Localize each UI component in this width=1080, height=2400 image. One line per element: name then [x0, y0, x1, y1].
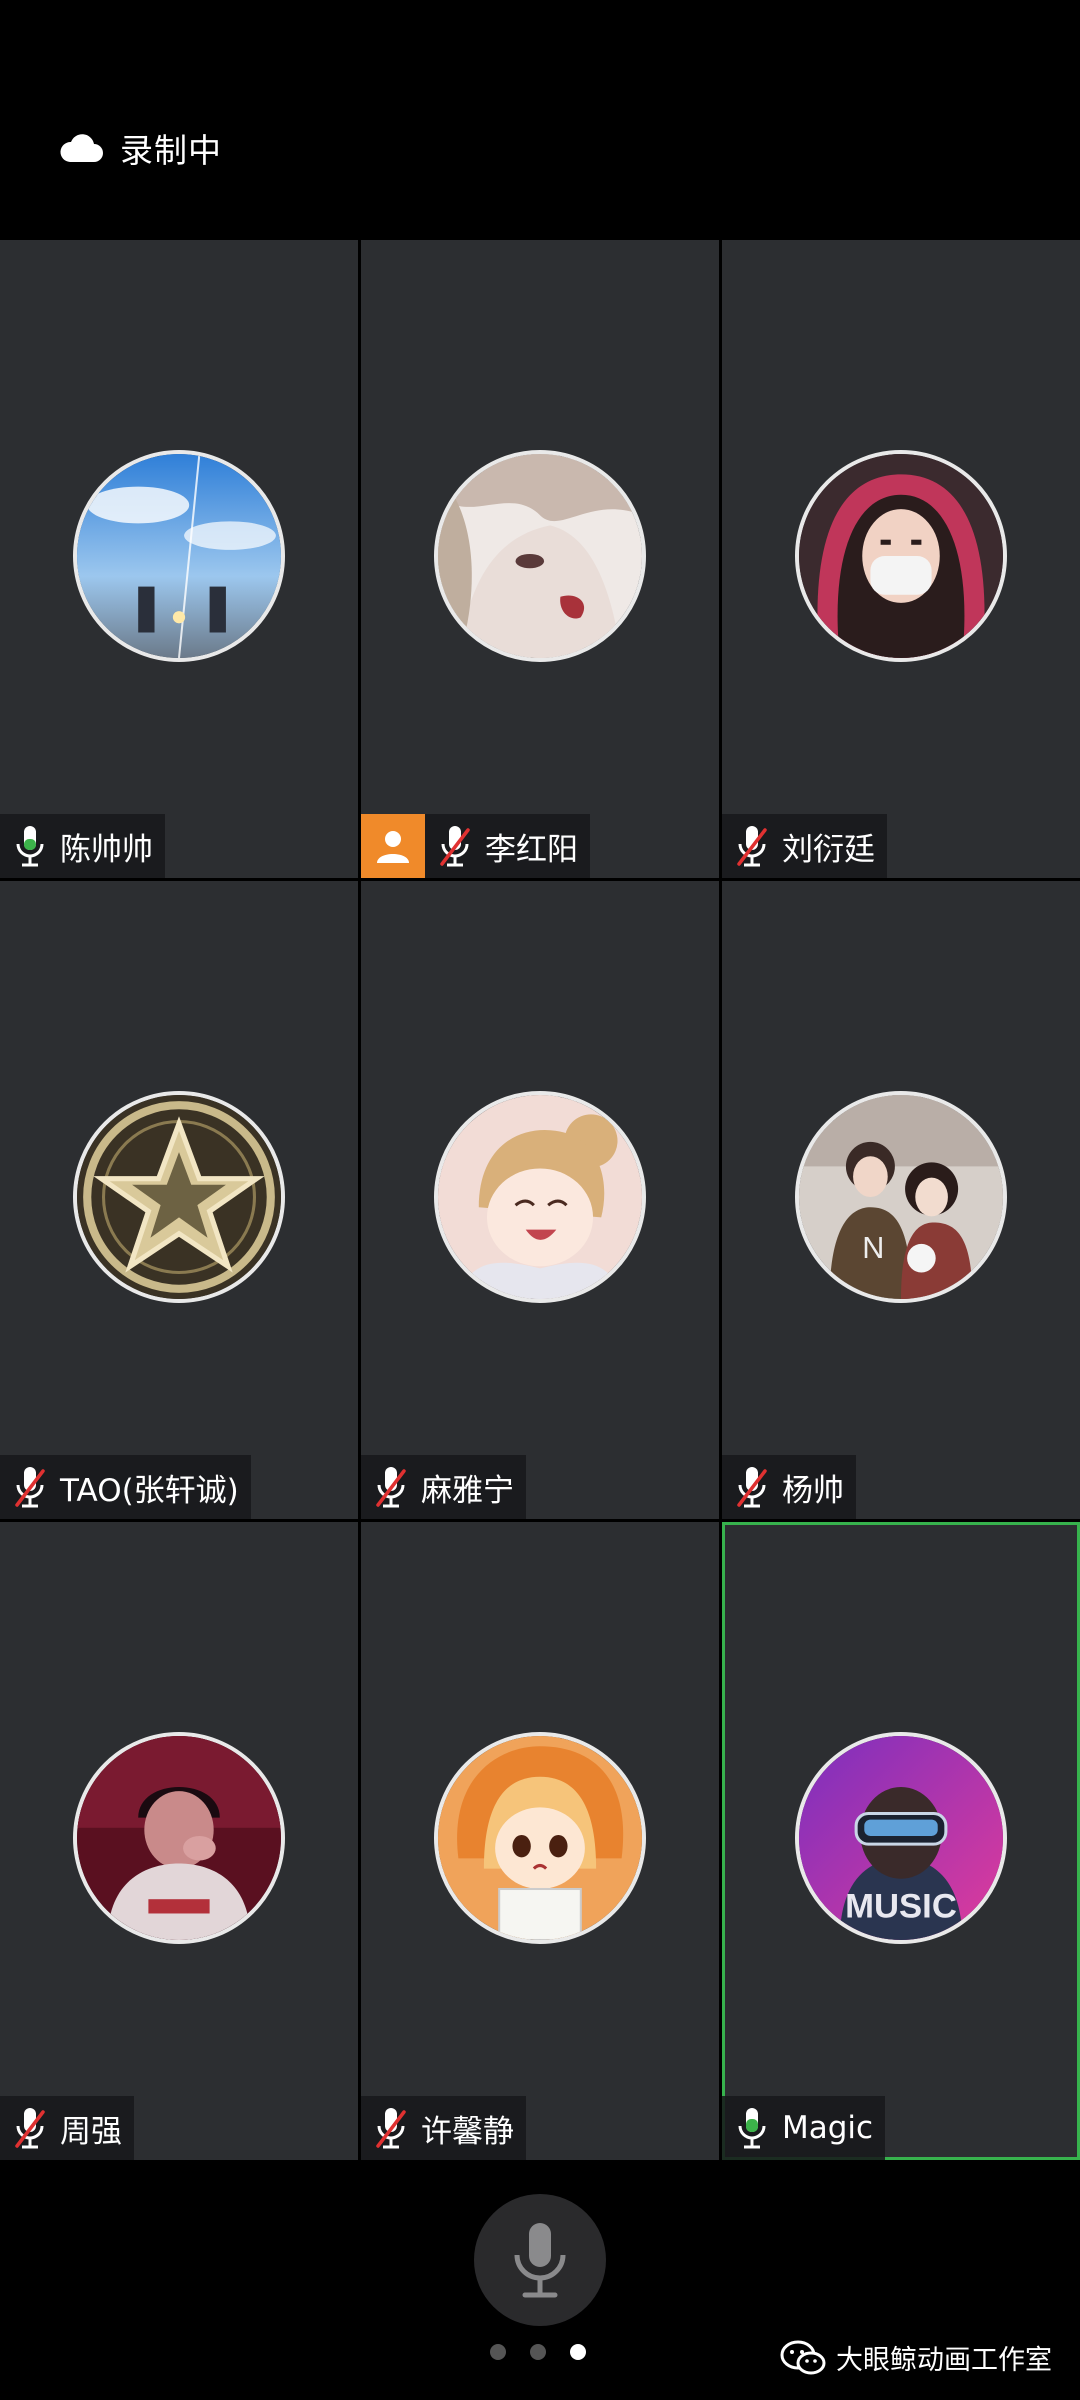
music-vr-character-avatar: MUSIC: [799, 1736, 1003, 1940]
anime-smiling-girl-avatar: [438, 1095, 642, 1299]
gold-star-emblem-avatar: [77, 1095, 281, 1299]
participant-name: 杨帅: [782, 1472, 844, 1509]
participant-nametag: 杨帅: [722, 1455, 856, 1519]
page-dot[interactable]: [490, 2344, 506, 2360]
participant-name: 刘衍廷: [782, 831, 875, 868]
anime-umaru-avatar: [438, 1736, 642, 1940]
avatar: [434, 1732, 646, 1944]
mic-muted-icon: [10, 2096, 50, 2160]
microphone-icon: [514, 2223, 566, 2298]
participant-name: 周强: [60, 2113, 122, 2150]
svg-text:MUSIC: MUSIC: [845, 1888, 957, 1926]
avatar: [73, 1732, 285, 1944]
page-indicator[interactable]: [490, 2344, 586, 2360]
watermark: 大眼鲸动画工作室: [780, 2338, 1052, 2377]
avatar: [73, 1091, 285, 1303]
watermark-text: 大眼鲸动画工作室: [836, 2345, 1052, 2376]
participant-nametag: 李红阳: [361, 814, 590, 878]
avatar: [795, 450, 1007, 662]
bottom-toolbar: 大眼鲸动画工作室: [0, 2160, 1080, 2400]
participant-name: 李红阳: [485, 831, 578, 868]
participant-nametag: 周强: [0, 2096, 134, 2160]
status-bar: 录制中: [0, 0, 1080, 240]
wechat-icon: [780, 2340, 826, 2374]
participant-name: 许馨静: [421, 2113, 514, 2150]
participant-nametag: 许馨静: [361, 2096, 526, 2160]
couple-photo-avatar: N: [799, 1095, 1003, 1299]
avatar: N: [795, 1091, 1007, 1303]
mic-muted-icon: [371, 2096, 411, 2160]
participant-nametag: Magic: [722, 2096, 886, 2160]
participant-tile[interactable]: TAO(张轩诚): [0, 881, 358, 1519]
participant-nametag: 麻雅宁: [361, 1455, 526, 1519]
red-tint-portrait-avatar: [77, 1736, 281, 1940]
participant-tile[interactable]: 李红阳: [361, 240, 719, 878]
person-icon: [377, 831, 409, 863]
mic-on-icon: [10, 814, 50, 878]
participant-tile-active-speaker[interactable]: MUSIC Magic: [722, 1522, 1080, 2160]
participant-nametag: 陈帅帅: [0, 814, 165, 878]
avatar: [73, 450, 285, 662]
participant-grid: 陈帅帅 李红阳 刘衍廷 TAO(张轩诚) 麻雅宁 N 杨帅 周强 许馨静 MUS…: [0, 240, 1080, 2160]
mic-muted-icon: [435, 814, 475, 878]
participant-tile[interactable]: 许馨静: [361, 1522, 719, 2160]
participant-tile[interactable]: 麻雅宁: [361, 881, 719, 1519]
host-badge: [361, 814, 425, 878]
recording-indicator: 录制中: [58, 122, 222, 174]
participant-nametag: 刘衍廷: [722, 814, 887, 878]
page-dot[interactable]: [530, 2344, 546, 2360]
cloud-icon: [60, 134, 103, 162]
svg-text:N: N: [862, 1231, 884, 1265]
avatar: [434, 1091, 646, 1303]
anime-girl-closeup-avatar: [438, 454, 642, 658]
participant-tile[interactable]: N 杨帅: [722, 881, 1080, 1519]
avatar: [434, 450, 646, 662]
participant-tile[interactable]: 刘衍廷: [722, 240, 1080, 878]
mic-muted-icon: [732, 814, 772, 878]
masked-girl-photo-avatar: [799, 454, 1003, 658]
mic-muted-icon: [10, 1455, 50, 1519]
participant-name: 陈帅帅: [60, 831, 153, 868]
participant-tile[interactable]: 陈帅帅: [0, 240, 358, 878]
mic-muted-icon: [732, 1455, 772, 1519]
microphone-toggle-button[interactable]: [474, 2194, 606, 2326]
page-dot-current[interactable]: [570, 2344, 586, 2360]
participant-name: TAO(张轩诚): [60, 1472, 239, 1509]
participant-name: 麻雅宁: [421, 1472, 514, 1509]
mic-on-icon: [732, 2096, 772, 2160]
participant-name: Magic: [782, 2110, 874, 2146]
avatar: MUSIC: [795, 1732, 1007, 1944]
mic-muted-icon: [371, 1455, 411, 1519]
participant-nametag: TAO(张轩诚): [0, 1455, 251, 1519]
participant-tile[interactable]: 周强: [0, 1522, 358, 2160]
anime-sky-scene-avatar: [77, 454, 281, 658]
recording-label: 录制中: [120, 131, 222, 170]
